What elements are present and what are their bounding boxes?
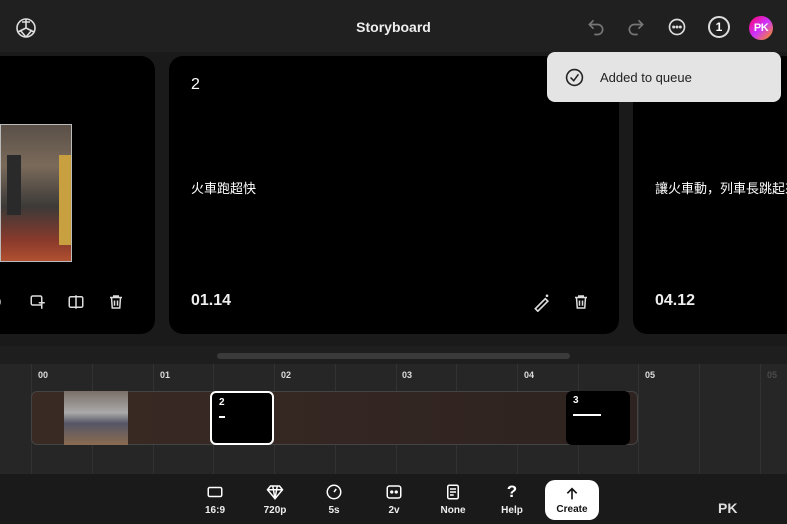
thumbnail-door — [59, 155, 71, 245]
clip-text-indicator — [573, 414, 601, 416]
redo-icon — [628, 19, 644, 36]
undo-icon — [588, 19, 604, 36]
diamond-icon — [266, 485, 284, 500]
card-timestamp: 04.12 — [655, 292, 696, 309]
queue-count-badge[interactable]: 1 — [708, 16, 730, 38]
card-action-button[interactable] — [0, 292, 10, 312]
timeline-tick — [638, 364, 639, 474]
timeline-tick-label: 01 — [160, 370, 171, 380]
undo-button[interactable] — [585, 16, 607, 38]
bottom-toolbar: 16:9 720p 5s 2v None ? Help Create — [0, 474, 787, 524]
aspect-ratio-icon — [207, 486, 223, 498]
timeline-tick-label: 03 — [402, 370, 413, 380]
ellipsis-circle-icon — [668, 18, 686, 36]
card-delete-button[interactable] — [571, 292, 591, 312]
card-prompt-text[interactable]: 火車跑超快 — [191, 178, 256, 197]
clock-icon — [326, 484, 342, 500]
magic-pencil-icon — [534, 294, 550, 312]
avatar[interactable]: PK — [749, 16, 773, 40]
variations-icon — [386, 485, 402, 499]
storyboard-card-1[interactable] — [0, 56, 155, 334]
split-compare-icon — [68, 295, 84, 309]
more-options-button[interactable] — [666, 16, 688, 38]
help-button[interactable]: ? Help — [492, 482, 532, 516]
trash-icon — [110, 295, 122, 309]
timeline[interactable]: 00 01 02 03 04 05 05 2 3 — [0, 364, 787, 474]
aspect-ratio-button[interactable]: 16:9 — [195, 482, 235, 516]
help-label: Help — [501, 505, 523, 516]
card-text-edit-button[interactable] — [28, 292, 48, 312]
clip-number: 2 — [219, 397, 225, 408]
timeline-tick-label: 05 — [767, 370, 778, 380]
partial-icon — [0, 299, 1, 305]
timeline-clip-3[interactable]: 3 — [566, 391, 630, 445]
resolution-label: 720p — [263, 505, 287, 516]
check-circle-icon — [565, 68, 584, 86]
toast-notification: Added to queue — [547, 52, 781, 102]
timeline-tick-label: 04 — [524, 370, 535, 380]
timeline-tick — [699, 364, 700, 474]
card-prompt-text[interactable]: 讓火車動，列車長跳起來 — [655, 178, 787, 197]
thumbnail-window — [7, 155, 21, 215]
timeline-clip-2[interactable]: 2 — [210, 391, 274, 445]
card-compare-button[interactable] — [66, 292, 86, 312]
preset-button[interactable]: None — [433, 482, 473, 516]
arrow-up-icon — [566, 487, 578, 499]
card-edit-button[interactable] — [532, 292, 552, 312]
variations-label: 2v — [388, 505, 400, 516]
duration-label: 5s — [328, 505, 340, 516]
top-bar: Storyboard 1 PK — [0, 0, 787, 52]
timeline-tick — [760, 364, 761, 474]
document-icon — [447, 484, 459, 500]
redo-button[interactable] — [625, 16, 647, 38]
card-delete-button[interactable] — [106, 292, 126, 312]
aspect-ratio-label: 16:9 — [204, 505, 225, 516]
duration-button[interactable]: 5s — [314, 482, 354, 516]
create-label: Create — [556, 503, 588, 515]
canvas-scrollbar-thumb[interactable] — [217, 353, 570, 359]
clip-number: 3 — [573, 395, 579, 406]
clip-text-indicator — [219, 416, 225, 418]
question-mark-icon: ? — [506, 482, 518, 501]
create-button[interactable]: Create — [545, 480, 599, 520]
timeline-tick-label: 05 — [645, 370, 656, 380]
card-timestamp: 01.14 — [191, 292, 232, 309]
preset-label: None — [440, 505, 466, 516]
card-number: 2 — [191, 76, 200, 93]
watermark-text: PK — [718, 500, 738, 516]
timeline-tick-label: 02 — [281, 370, 292, 380]
toast-message: Added to queue — [600, 69, 692, 85]
variations-button[interactable]: 2v — [374, 482, 414, 516]
watermark-logo: PK — [718, 500, 737, 516]
timeline-clip-thumbnail[interactable] — [64, 391, 128, 445]
card-image-thumbnail — [0, 124, 72, 262]
resolution-button[interactable]: 720p — [255, 482, 295, 516]
image-text-icon — [30, 295, 45, 309]
trash-icon — [575, 295, 587, 309]
timeline-tick-label: 00 — [38, 370, 49, 380]
